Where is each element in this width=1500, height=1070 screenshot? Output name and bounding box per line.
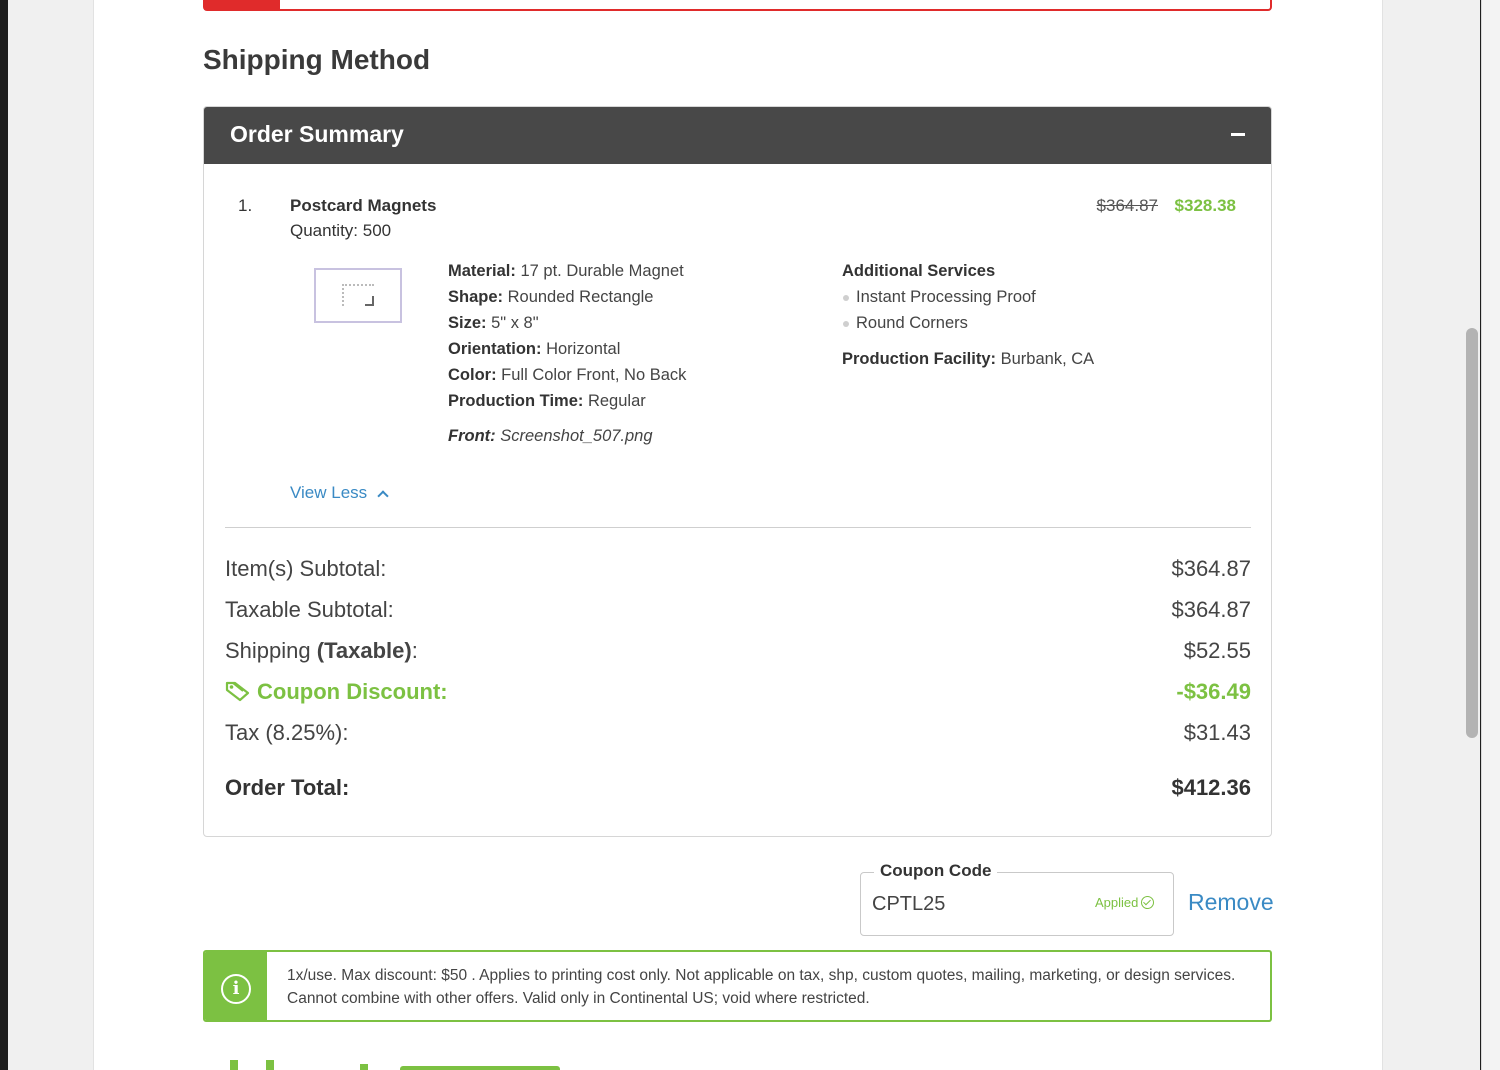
spec-label: Size: — [448, 314, 487, 332]
scrollbar-track[interactable] — [1481, 0, 1500, 1070]
alert-box-top — [203, 0, 1272, 11]
additional-services: Additional Services Instant Processing P… — [842, 258, 1036, 336]
additional-services-title: Additional Services — [842, 262, 996, 280]
peek-shape — [360, 1064, 368, 1070]
spec-label: Color: — [448, 366, 497, 384]
spec-label: Orientation: — [448, 340, 542, 358]
peek-shape — [230, 1060, 238, 1070]
facility-value: Burbank, CA — [1000, 350, 1095, 368]
window-left-edge — [0, 0, 8, 1070]
info-accent-bar: i — [205, 952, 267, 1020]
spec-value: Horizontal — [546, 340, 621, 358]
peek-shape — [266, 1060, 274, 1070]
section-title: Shipping Method — [203, 44, 431, 75]
peek-button — [400, 1066, 560, 1070]
service-item: Instant Processing Proof — [842, 284, 1036, 310]
coupon-status: Applied — [1095, 895, 1155, 910]
coupon-discount-text: Coupon Discount: — [257, 679, 448, 704]
order-summary-header[interactable]: Order Summary — [204, 107, 1271, 164]
coupon-code-legend: Coupon Code — [874, 861, 998, 881]
spec-label: Shape: — [448, 288, 504, 306]
minus-icon[interactable] — [1231, 133, 1245, 136]
design-thumbnail[interactable] — [314, 268, 402, 323]
order-total-value: $412.36 — [1171, 775, 1251, 800]
spec-value: Regular — [587, 392, 646, 410]
scrollbar-thumb[interactable] — [1466, 328, 1478, 738]
order-summary-title: Order Summary — [230, 121, 404, 147]
coupon-terms-box: i 1x/use. Max discount: $50 . Applies to… — [203, 950, 1272, 1022]
item-name: Postcard Magnets — [290, 196, 437, 215]
coupon-terms-text: 1x/use. Max discount: $50 . Applies to p… — [287, 967, 1236, 1007]
spec-color: Color: Full Color Front, No Back — [448, 362, 686, 388]
front-filename: Screenshot_507.png — [500, 427, 653, 445]
order-total-label: Order Total: — [225, 775, 350, 800]
next-section-peek — [230, 1058, 560, 1070]
spec-shape: Shape: Rounded Rectangle — [448, 284, 686, 310]
tax-value: $31.43 — [1183, 720, 1251, 745]
shipping-label-colon: : — [411, 638, 418, 663]
item-quantity: Quantity: 500 — [290, 221, 392, 240]
spec-material: Material: 17 pt. Durable Magnet — [448, 258, 686, 284]
spec-value: 5" x 8" — [491, 314, 539, 332]
view-less-link[interactable]: View Less — [290, 483, 389, 503]
divider — [225, 527, 1251, 528]
shipping-label-taxable: (Taxable) — [316, 638, 412, 663]
chevron-up-icon — [377, 490, 389, 502]
price-discounted: $328.38 — [1174, 196, 1236, 215]
taxable-subtotal-value: $364.87 — [1171, 597, 1251, 622]
spec-orientation: Orientation: Horizontal — [448, 336, 686, 362]
info-icon: i — [221, 974, 251, 1004]
coupon-discount-label: Coupon Discount: — [225, 679, 448, 705]
items-subtotal-value: $364.87 — [1171, 556, 1251, 581]
shipping-value: $52.55 — [1183, 638, 1251, 663]
spec-size: Size: 5" x 8" — [448, 310, 686, 336]
spec-value: Rounded Rectangle — [507, 288, 654, 306]
spec-production-time: Production Time: Regular — [448, 388, 686, 414]
taxable-subtotal-label: Taxable Subtotal: — [225, 597, 394, 622]
coupon-status-text: Applied — [1095, 895, 1139, 910]
check-circle-icon — [1141, 896, 1155, 909]
front-label: Front: — [448, 427, 496, 445]
facility-label: Production Facility: — [842, 350, 997, 368]
item-specs: Material: 17 pt. Durable Magnet Shape: R… — [448, 258, 686, 414]
spec-value: Full Color Front, No Back — [501, 366, 687, 384]
tax-label: Tax (8.25%): — [225, 720, 349, 745]
service-item: Round Corners — [842, 310, 1036, 336]
spec-label: Material: — [448, 262, 516, 280]
shipping-label-text: Shipping — [225, 638, 311, 663]
shipping-label: Shipping (Taxable): — [225, 638, 418, 664]
spec-label: Production Time: — [448, 392, 584, 410]
order-summary-panel: Order Summary 1. Postcard Magnets Quanti… — [203, 106, 1272, 837]
spec-value: 17 pt. Durable Magnet — [520, 262, 684, 280]
thumbnail-preview — [342, 284, 374, 306]
production-facility: Production Facility: Burbank, CA — [842, 347, 1112, 372]
tag-icon — [225, 681, 250, 702]
coupon-discount-value: -$36.49 — [1176, 679, 1251, 704]
remove-coupon-link[interactable]: Remove — [1188, 889, 1274, 916]
view-less-label: View Less — [290, 483, 368, 502]
item-number: 1. — [238, 196, 253, 215]
front-file: Front: Screenshot_507.png — [448, 427, 653, 446]
items-subtotal-label: Item(s) Subtotal: — [225, 556, 387, 581]
price-original: $364.87 — [1096, 196, 1158, 215]
coupon-code-value[interactable]: CPTL25 — [872, 893, 945, 916]
alert-accent-bar — [205, 0, 280, 9]
